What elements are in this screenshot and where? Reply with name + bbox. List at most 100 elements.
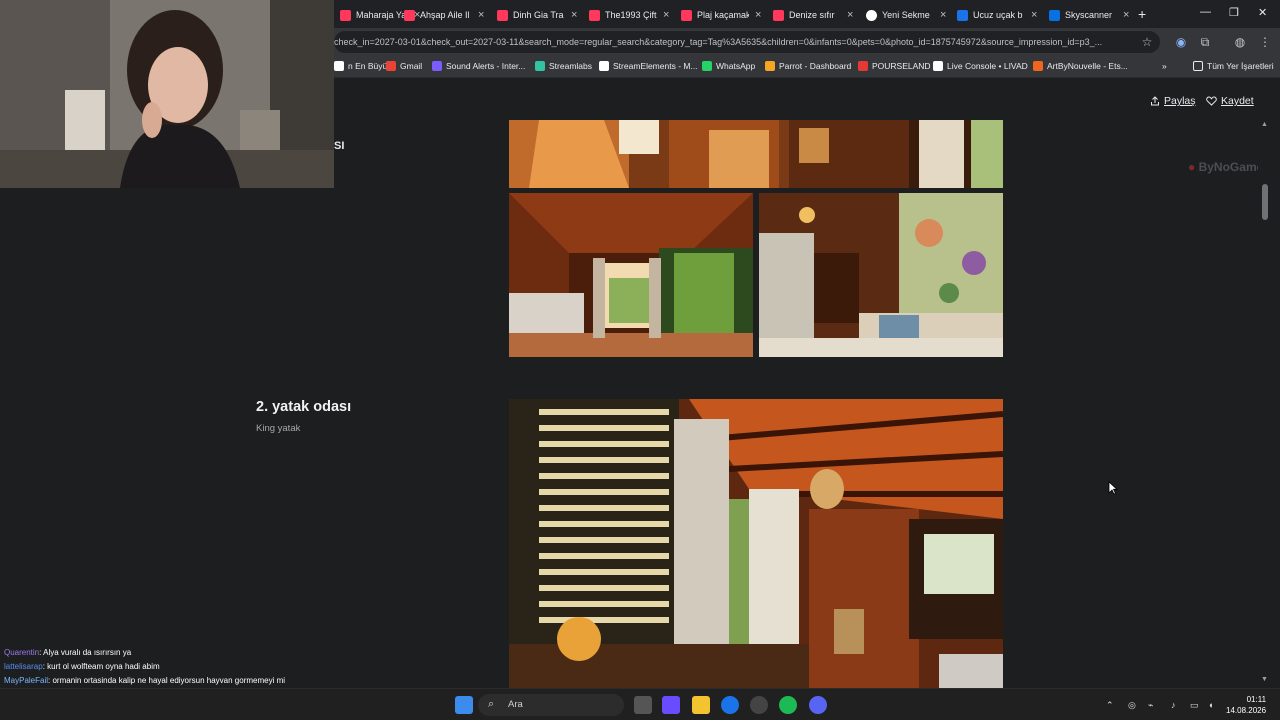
scroll-up-icon[interactable]: ▲: [1261, 121, 1268, 128]
bookmark-label: Sound Alerts - Inter...: [446, 61, 526, 71]
spotify-icon[interactable]: [779, 696, 797, 714]
room-photo[interactable]: [759, 193, 1003, 357]
tray-app-icon[interactable]: ◎: [1128, 700, 1136, 711]
browser-tab[interactable]: Denize sıfır ×: [767, 4, 859, 26]
bookmark-item[interactable]: Gmail: [386, 61, 422, 71]
browser-tab[interactable]: Ahşap Aile Il ×: [398, 4, 490, 26]
all-bookmarks-button[interactable]: Tüm Yer İşaretleri: [1193, 61, 1274, 71]
bookmark-favicon-icon: [386, 61, 396, 71]
discord-icon[interactable]: [809, 696, 827, 714]
tab-favicon-icon: [1049, 9, 1060, 21]
obs-icon[interactable]: [750, 696, 768, 714]
tray-chevron-icon[interactable]: ⌃: [1106, 700, 1114, 711]
url-text: check_in=2027-03-01&check_out=2027-03-11…: [334, 37, 1103, 47]
scrollbar-thumb[interactable]: [1262, 184, 1268, 220]
share-icon: [1151, 96, 1159, 106]
close-tab-icon[interactable]: ×: [847, 9, 853, 21]
browser-tab[interactable]: Yeni Sekme ×: [860, 4, 952, 26]
bookmark-favicon-icon: [765, 61, 775, 71]
room-photo[interactable]: [509, 399, 1003, 688]
scroll-down-icon[interactable]: ▼: [1261, 676, 1268, 683]
maximize-icon[interactable]: ❐: [1229, 6, 1239, 19]
browser-tab[interactable]: The1993 Çift ×: [583, 4, 675, 26]
room-photo[interactable]: [509, 120, 1003, 188]
copilot-icon[interactable]: [662, 696, 680, 714]
bookmark-label: ArtByNouvelle - Ets...: [1047, 61, 1128, 71]
bookmark-item[interactable]: Streamlabs: [535, 61, 592, 71]
close-tab-icon[interactable]: ×: [663, 9, 669, 21]
room-photo[interactable]: [509, 193, 753, 357]
bookmark-item[interactable]: Parrot - Dashboard: [765, 61, 851, 71]
bookmark-label: Gmail: [400, 61, 423, 71]
taskbar-search[interactable]: ⌕ Ara: [478, 694, 624, 716]
browser-tab[interactable]: Plaj kaçamak ×: [675, 4, 767, 26]
system-clock[interactable]: 01:11 14.08.2026: [1226, 694, 1266, 716]
browser-tab[interactable]: Ucuz uçak b ×: [951, 4, 1043, 26]
tab-title: Yeni Sekme: [882, 10, 930, 20]
close-window-icon[interactable]: ✕: [1258, 6, 1267, 19]
heart-icon: [1206, 96, 1217, 106]
extensions-icon[interactable]: ⧉: [1198, 35, 1212, 49]
chat-username: lattelisarap: [4, 662, 43, 671]
minimize-icon[interactable]: —: [1200, 6, 1211, 18]
chat-username: Quarentin: [4, 648, 40, 657]
tab-title: Ucuz uçak b: [973, 10, 1023, 20]
menu-icon[interactable]: ⋮: [1258, 35, 1272, 49]
profile-avatar-icon[interactable]: ◍: [1233, 35, 1247, 49]
room-title: 2. yatak odası: [256, 399, 352, 415]
page-scrollbar[interactable]: ▲ ▼: [1258, 78, 1272, 688]
bookmark-star-icon[interactable]: ☆: [1140, 35, 1154, 49]
network-icon[interactable]: ⌁: [1148, 700, 1153, 711]
browser-tab[interactable]: Skyscanner ×: [1043, 4, 1135, 26]
start-menu-icon[interactable]: [455, 696, 473, 714]
tab-favicon-icon: [404, 9, 415, 21]
tab-title: The1993 Çift: [605, 10, 657, 20]
bookmark-favicon-icon: [933, 61, 943, 71]
folder-icon: [1193, 61, 1203, 71]
bookmark-label: POURSELAND: [872, 61, 931, 71]
chrome-icon[interactable]: [721, 696, 739, 714]
chat-text: : ormanin ortasinda kalip ne hayal ediyo…: [48, 676, 286, 685]
bookmark-label: Live Console • LIVAD: [947, 61, 1028, 71]
browser-tab[interactable]: Dinh Gia Tra ×: [491, 4, 583, 26]
section-title: SI: [334, 140, 345, 152]
bookmark-favicon-icon: [702, 61, 712, 71]
volume-icon[interactable]: ◖: [1208, 700, 1213, 710]
display-icon[interactable]: ▭: [1190, 700, 1199, 711]
bookmark-item[interactable]: Sound Alerts - Inter...: [432, 61, 525, 71]
bookmarks-overflow-button[interactable]: »: [1162, 61, 1167, 71]
share-button[interactable]: Paylaş: [1150, 95, 1196, 107]
address-bar[interactable]: check_in=2027-03-01&check_out=2027-03-11…: [334, 31, 1160, 53]
read-aloud-icon[interactable]: ◉: [1174, 35, 1188, 49]
close-tab-icon[interactable]: ×: [571, 9, 577, 21]
tab-title: Ahşap Aile Il: [420, 10, 470, 20]
close-tab-icon[interactable]: ×: [1031, 9, 1037, 21]
microphone-icon[interactable]: ♪: [1171, 700, 1176, 710]
bookmark-item[interactable]: Live Console • LIVAD: [933, 61, 1028, 71]
bookmark-favicon-icon: [432, 61, 442, 71]
new-tab-button[interactable]: +: [1138, 6, 1146, 22]
bookmark-item[interactable]: POURSELAND: [858, 61, 931, 71]
close-tab-icon[interactable]: ×: [1123, 9, 1129, 21]
tab-favicon-icon: [340, 9, 351, 21]
task-view-icon[interactable]: [634, 696, 652, 714]
windows-taskbar: ⌕ Ara ⌃ ◎ ⌁ ♪ ▭ ◖ 01:11 14.08.2026: [0, 688, 1280, 720]
save-button[interactable]: Kaydet: [1206, 95, 1254, 107]
chat-username: MayPaleFail: [4, 676, 49, 685]
tab-title: Plaj kaçamak: [697, 10, 749, 20]
webcam-overlay: [0, 0, 334, 188]
bookmark-item[interactable]: WhatsApp: [702, 61, 755, 71]
bookmark-favicon-icon: [535, 61, 545, 71]
chat-message: Quarentin: Alya vuralı da ısırırsın ya: [0, 648, 340, 662]
bookmark-item[interactable]: StreamElements - M...: [599, 61, 698, 71]
bookmark-label: WhatsApp: [716, 61, 756, 71]
bookmark-item[interactable]: ArtByNouvelle - Ets...: [1033, 61, 1128, 71]
file-explorer-icon[interactable]: [692, 696, 710, 714]
chat-message: lattelisarap: kurt ol wolfteam oyna hadi…: [0, 662, 340, 676]
bookmark-favicon-icon: [858, 61, 868, 71]
close-tab-icon[interactable]: ×: [755, 9, 761, 21]
close-tab-icon[interactable]: ×: [478, 9, 484, 21]
watermark-logo: ● ByNoGame: [1188, 160, 1264, 174]
close-tab-icon[interactable]: ×: [940, 9, 946, 21]
bookmark-label: Streamlabs: [549, 61, 592, 71]
